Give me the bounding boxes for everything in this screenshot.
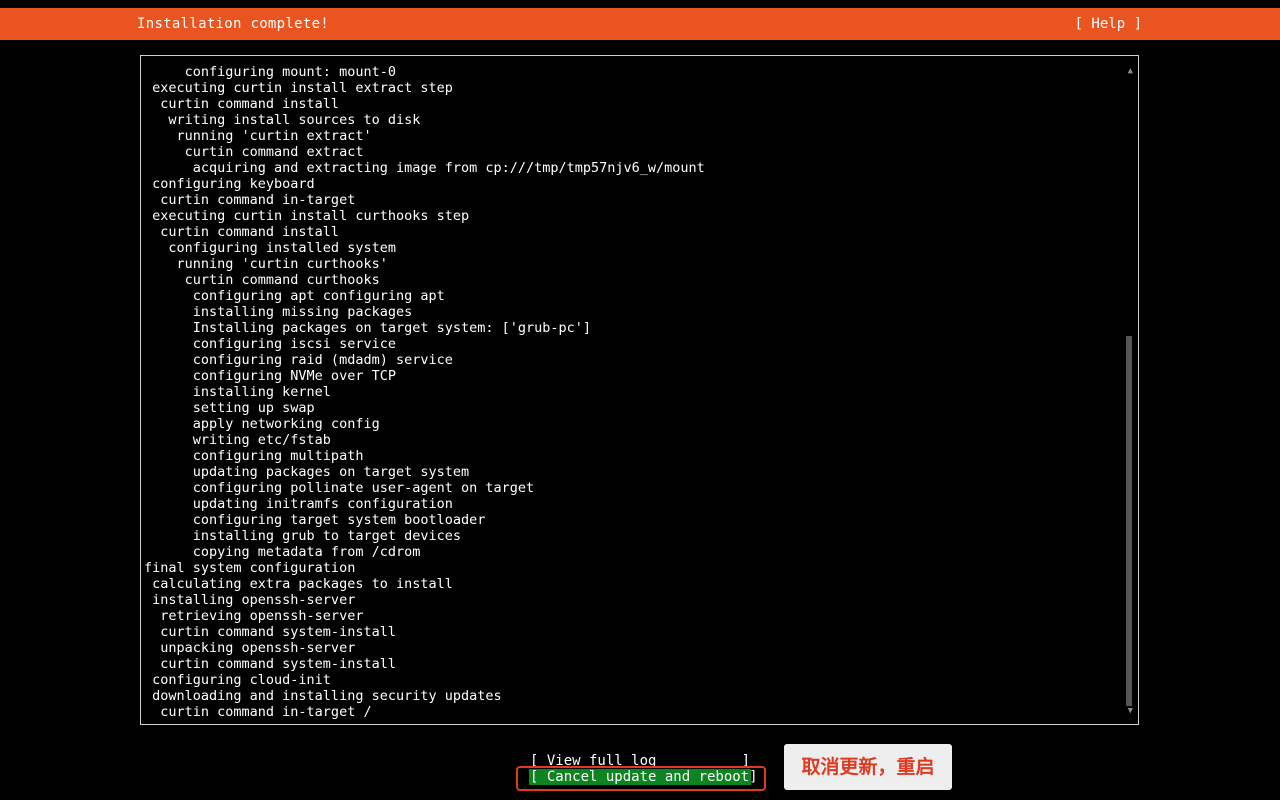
log-line: curtin command in-target: [144, 192, 356, 208]
log-line: configuring NVMe over TCP: [144, 368, 396, 384]
log-line: writing etc/fstab: [144, 432, 331, 448]
log-line: executing curtin install extract step: [144, 80, 453, 96]
log-line: curtin command extract: [144, 144, 364, 160]
page-title: Installation complete!: [137, 16, 330, 32]
install-log: configuring mount: mount-0 executing cur…: [144, 64, 705, 720]
log-line: copying metadata from /cdrom: [144, 544, 421, 560]
log-line: configuring multipath: [144, 448, 364, 464]
log-line: configuring apt configuring apt: [144, 288, 445, 304]
install-log-panel[interactable]: configuring mount: mount-0 executing cur…: [140, 55, 1139, 725]
log-line: configuring installed system: [144, 240, 396, 256]
log-line: configuring raid (mdadm) service: [144, 352, 453, 368]
log-line: configuring target system bootloader: [144, 512, 486, 528]
log-line: configuring cloud-init: [144, 672, 331, 688]
log-line: unpacking openssh-server: [144, 640, 356, 656]
log-line: configuring pollinate user-agent on targ…: [144, 480, 535, 496]
log-line: installing grub to target devices: [144, 528, 461, 544]
log-line: downloading and installing security upda…: [144, 688, 502, 704]
log-line: running 'curtin curthooks': [144, 256, 388, 272]
log-line: acquiring and extracting image from cp:/…: [144, 160, 705, 176]
annotation-label: 取消更新，重启: [784, 744, 952, 790]
log-line: curtin command system-install: [144, 656, 396, 672]
scroll-down-arrow-icon[interactable]: ▼: [1128, 706, 1133, 716]
log-line: setting up swap: [144, 400, 315, 416]
log-line: curtin command curthooks: [144, 272, 380, 288]
log-line: calculating extra packages to install: [144, 576, 453, 592]
log-line: curtin command in-target /: [144, 704, 372, 720]
log-line: installing openssh-server: [144, 592, 356, 608]
scroll-up-arrow-icon[interactable]: ▲: [1128, 66, 1133, 76]
log-line: configuring mount: mount-0: [144, 64, 396, 80]
log-line: installing kernel: [144, 384, 331, 400]
log-line: final system configuration: [144, 560, 356, 576]
log-line: configuring iscsi service: [144, 336, 396, 352]
help-button[interactable]: [ Help ]: [1075, 8, 1142, 40]
log-line: apply networking config: [144, 416, 380, 432]
log-line: curtin command system-install: [144, 624, 396, 640]
log-line: curtin command install: [144, 96, 340, 112]
installer-screen: Installation complete! [ Help ] configur…: [0, 0, 1280, 800]
log-line: installing missing packages: [144, 304, 413, 320]
scrollbar-thumb[interactable]: [1126, 336, 1132, 706]
log-line: Installing packages on target system: ['…: [144, 320, 592, 336]
log-line: retrieving openssh-server: [144, 608, 364, 624]
log-line: updating initramfs configuration: [144, 496, 453, 512]
log-line: writing install sources to disk: [144, 112, 421, 128]
log-line: updating packages on target system: [144, 464, 470, 480]
log-line: curtin command install: [144, 224, 340, 240]
log-line: executing curtin install curthooks step: [144, 208, 470, 224]
log-line: configuring keyboard: [144, 176, 315, 192]
header-bar: Installation complete! [ Help ]: [0, 8, 1280, 40]
log-line: running 'curtin extract': [144, 128, 372, 144]
scrollbar-track[interactable]: [1126, 80, 1132, 706]
annotation-highlight-box: [516, 766, 766, 791]
